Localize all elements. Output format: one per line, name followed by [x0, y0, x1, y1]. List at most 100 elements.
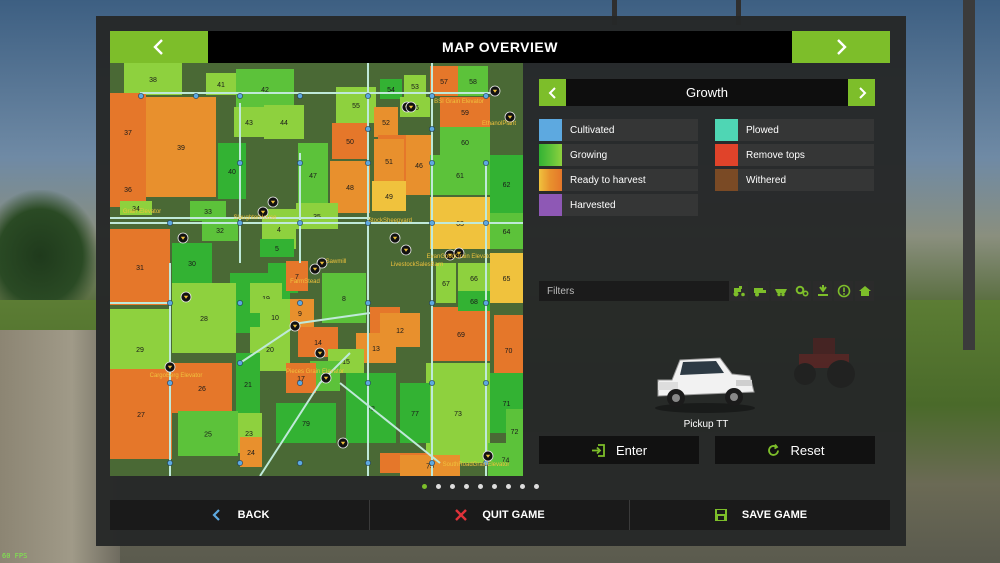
place-label: Pieces Grain Elevator	[286, 369, 344, 375]
reset-vehicle-button[interactable]: Reset	[715, 436, 875, 464]
place-label: Sawmill	[326, 259, 347, 265]
place-label: SouthRoadGrainElevator	[443, 462, 510, 468]
page-dot[interactable]	[464, 484, 469, 489]
legend-item-cultivated[interactable]: Cultivated	[539, 119, 698, 141]
place-label: BSI Grain Elevator	[434, 99, 484, 105]
field-number: 58	[469, 79, 477, 86]
field-number: 44	[280, 120, 288, 127]
fps-counter: 60 FPS	[2, 552, 28, 560]
field-number: 41	[217, 82, 225, 89]
map-waypoint	[429, 160, 435, 166]
map-waypoint	[167, 220, 173, 226]
legend-item-withered[interactable]: Withered	[715, 169, 874, 191]
warning-icon[interactable]	[834, 281, 853, 301]
map-waypoint	[237, 300, 243, 306]
divider	[629, 500, 630, 530]
field-number: 39	[177, 145, 185, 152]
prev-page-button[interactable]	[110, 31, 208, 63]
chevron-right-icon	[837, 39, 847, 55]
harvester-icon[interactable]	[750, 281, 769, 301]
map-waypoint	[297, 460, 303, 466]
farm-map[interactable]: 3841425758535554565237394344594560464048…	[110, 63, 523, 476]
field-number: 70	[505, 348, 513, 355]
map-waypoint	[365, 380, 371, 386]
field-number: 50	[346, 139, 354, 146]
field-number: 23	[245, 431, 253, 438]
legend-item-ready-to-harvest[interactable]: Ready to harvest	[539, 169, 698, 191]
quit-game-button[interactable]: QUIT GAME	[370, 500, 629, 530]
map-waypoint	[167, 300, 173, 306]
map-waypoint	[297, 300, 303, 306]
map-waypoint	[483, 93, 489, 99]
field-number: 43	[245, 120, 253, 127]
gears-icon[interactable]	[792, 281, 811, 301]
legend-swatch	[715, 144, 738, 166]
back-button[interactable]: BACK	[110, 500, 369, 530]
tractor-icon[interactable]	[729, 281, 748, 301]
map-waypoint	[483, 160, 489, 166]
map-waypoint	[429, 300, 435, 306]
trailer-icon[interactable]	[771, 281, 790, 301]
sell-point-icon[interactable]	[813, 281, 832, 301]
page-title: MAP OVERVIEW	[442, 39, 558, 55]
page-dot[interactable]	[422, 484, 427, 489]
growth-next-button[interactable]	[848, 79, 875, 106]
field-number: 65	[503, 276, 511, 283]
pickup-truck-image	[655, 357, 755, 413]
legend-label: Plowed	[746, 124, 779, 136]
map-waypoint	[138, 93, 144, 99]
page-dot[interactable]	[506, 484, 511, 489]
field-number: 30	[188, 261, 196, 268]
field-number: 69	[457, 332, 465, 339]
save-game-button[interactable]: SAVE GAME	[631, 500, 890, 530]
field-number: 72	[511, 429, 519, 436]
page-dot[interactable]	[478, 484, 483, 489]
enter-vehicle-button[interactable]: Enter	[539, 436, 699, 464]
map-waypoint	[365, 460, 371, 466]
legend-swatch	[539, 194, 562, 216]
page-dot[interactable]	[492, 484, 497, 489]
enter-icon	[591, 443, 605, 457]
farm-house-icon[interactable]	[855, 281, 874, 301]
legend-swatch	[539, 119, 562, 141]
field-number: 71	[503, 401, 511, 408]
field-number: 8	[342, 296, 346, 303]
map-waypoint	[237, 460, 243, 466]
page-dot[interactable]	[436, 484, 441, 489]
map-waypoint	[483, 380, 489, 386]
legend-swatch	[539, 169, 562, 191]
growth-prev-button[interactable]	[539, 79, 566, 106]
next-page-button[interactable]	[792, 31, 890, 63]
map-canvas[interactable]: 3841425758535554565237394344594560464048…	[110, 63, 523, 476]
field-number: 61	[456, 173, 464, 180]
map-waypoint	[297, 160, 303, 166]
legend-item-remove-tops[interactable]: Remove tops	[715, 144, 874, 166]
map-waypoint	[429, 380, 435, 386]
field-number: 21	[244, 382, 252, 389]
quit-label: QUIT GAME	[482, 509, 545, 521]
map-waypoint	[297, 220, 303, 226]
legend-item-plowed[interactable]: Plowed	[715, 119, 874, 141]
map-waypoint	[297, 380, 303, 386]
map-waypoint	[237, 160, 243, 166]
chevron-left-icon	[548, 86, 556, 99]
place-label: StockSheepyard	[368, 218, 412, 224]
map-waypoint	[429, 460, 435, 466]
reset-icon	[767, 443, 779, 456]
filters-bar: Filters	[539, 281, 729, 301]
background-pole	[963, 0, 975, 350]
legend-label: Cultivated	[570, 124, 615, 136]
place-label: CargoBerg Elevator	[150, 373, 203, 379]
legend-item-growing[interactable]: Growing	[539, 144, 698, 166]
legend-item-harvested[interactable]: Harvested	[539, 194, 698, 216]
map-waypoint	[483, 300, 489, 306]
page-dot[interactable]	[520, 484, 525, 489]
field-number: 25	[204, 432, 212, 439]
page-dot[interactable]	[450, 484, 455, 489]
field-number: 12	[396, 328, 404, 335]
field-number: 4	[277, 227, 281, 234]
map-waypoint	[237, 220, 243, 226]
page-dot[interactable]	[534, 484, 539, 489]
map-waypoint	[365, 160, 371, 166]
legend-label: Harvested	[570, 199, 616, 211]
